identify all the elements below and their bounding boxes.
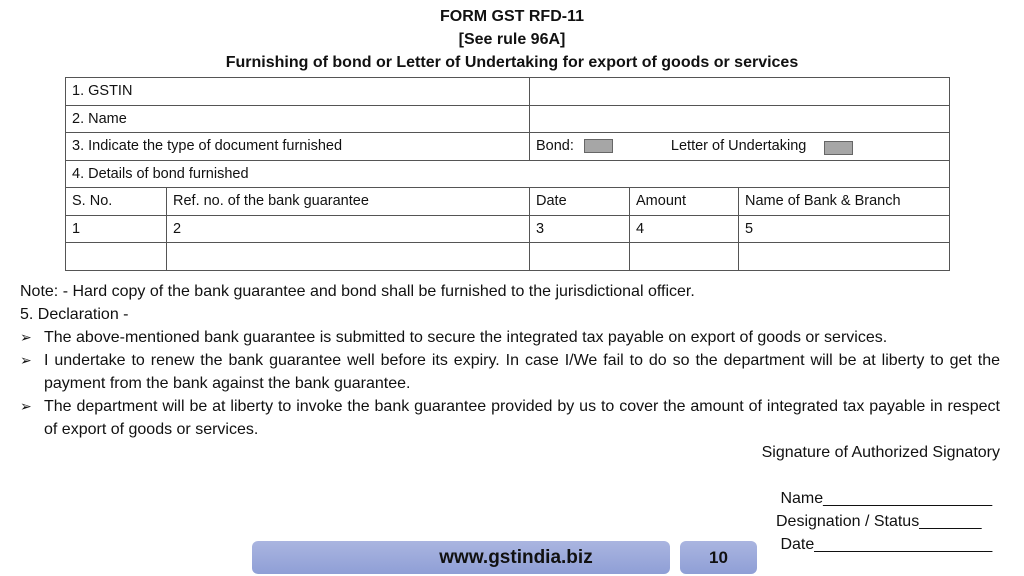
- document-type-label: 3. Indicate the type of document furnish…: [65, 132, 530, 161]
- table-cell: 4: [629, 214, 739, 243]
- website-link[interactable]: www.gstindia.biz: [439, 547, 592, 569]
- arrow-bullet-icon: ➢: [20, 352, 32, 368]
- gstin-row: 1. GSTIN: [65, 77, 951, 106]
- name-row: 2. Name: [65, 104, 951, 133]
- form-subtitle: Furnishing of bond or Letter of Undertak…: [225, 54, 799, 71]
- letter-of-undertaking-checkbox[interactable]: [824, 141, 854, 156]
- form-table: 1. GSTIN 2. Name 3. Indicate the type of…: [64, 77, 951, 271]
- name-field[interactable]: [528, 104, 951, 133]
- declaration-item: ➢ The above-mentioned bank guarantee is …: [20, 326, 1000, 349]
- bond-details-label: 4. Details of bond furnished: [64, 159, 951, 188]
- signatory-name-field[interactable]: Name___________________: [776, 487, 992, 510]
- signatory-date-field[interactable]: Date____________________: [776, 533, 992, 556]
- letter-of-undertaking-label: Letter of Undertaking: [670, 138, 807, 155]
- bond-checkbox[interactable]: [583, 139, 613, 154]
- gstin-label: 1. GSTIN: [65, 77, 530, 106]
- bond-details-row: 4. Details of bond furnished: [64, 159, 951, 188]
- note-text: Note: - Hard copy of the bank guarantee …: [20, 283, 695, 300]
- table-cell[interactable]: [737, 242, 951, 271]
- gstin-field[interactable]: [528, 77, 951, 106]
- table-cell[interactable]: [629, 242, 739, 271]
- signatory-designation-field[interactable]: Designation / Status_______: [776, 510, 992, 533]
- column-header: S. No.: [65, 187, 167, 216]
- column-header: Name of Bank & Branch: [737, 187, 951, 216]
- table-cell[interactable]: [529, 242, 630, 271]
- declaration-item-text: The department will be at liberty to inv…: [44, 398, 1000, 438]
- signature-label: Signature of Authorized Signatory: [761, 444, 1000, 461]
- column-header: Date: [529, 187, 630, 216]
- declaration-heading: 5. Declaration -: [20, 306, 129, 323]
- table-cell[interactable]: [166, 242, 530, 271]
- declaration-item: ➢ I undertake to renew the bank guarante…: [20, 349, 1000, 395]
- document-type-options: Bond: Letter of Undertaking: [528, 132, 951, 161]
- form-title: FORM GST RFD-11: [439, 8, 584, 25]
- table-cell: 3: [529, 214, 630, 243]
- page-number: 10: [680, 541, 757, 574]
- table-cell: 5: [737, 214, 951, 243]
- table-row: [65, 242, 951, 271]
- arrow-bullet-icon: ➢: [20, 398, 32, 414]
- declaration-item-text: The above-mentioned bank guarantee is su…: [44, 329, 888, 346]
- footer-website-bar: www.gstindia.biz: [252, 541, 670, 574]
- table-cell: 2: [166, 214, 530, 243]
- table-cell: 1: [65, 214, 167, 243]
- document-type-row: 3. Indicate the type of document furnish…: [65, 132, 951, 161]
- name-label: 2. Name: [65, 104, 530, 133]
- declaration-list: ➢ The above-mentioned bank guarantee is …: [20, 326, 1000, 441]
- declaration-item-text: I undertake to renew the bank guarantee …: [44, 352, 1000, 392]
- declaration-item: ➢ The department will be at liberty to i…: [20, 395, 1000, 441]
- table-cell[interactable]: [65, 242, 167, 271]
- bond-label: Bond:: [536, 138, 574, 155]
- table-row: 1 2 3 4 5: [65, 214, 951, 243]
- column-header: Amount: [629, 187, 739, 216]
- rule-reference: [See rule 96A]: [458, 31, 566, 48]
- table-header-row: S. No. Ref. no. of the bank guarantee Da…: [65, 187, 951, 216]
- signature-fields: Name___________________ Designation / St…: [776, 487, 992, 556]
- arrow-bullet-icon: ➢: [20, 329, 32, 345]
- column-header: Ref. no. of the bank guarantee: [166, 187, 530, 216]
